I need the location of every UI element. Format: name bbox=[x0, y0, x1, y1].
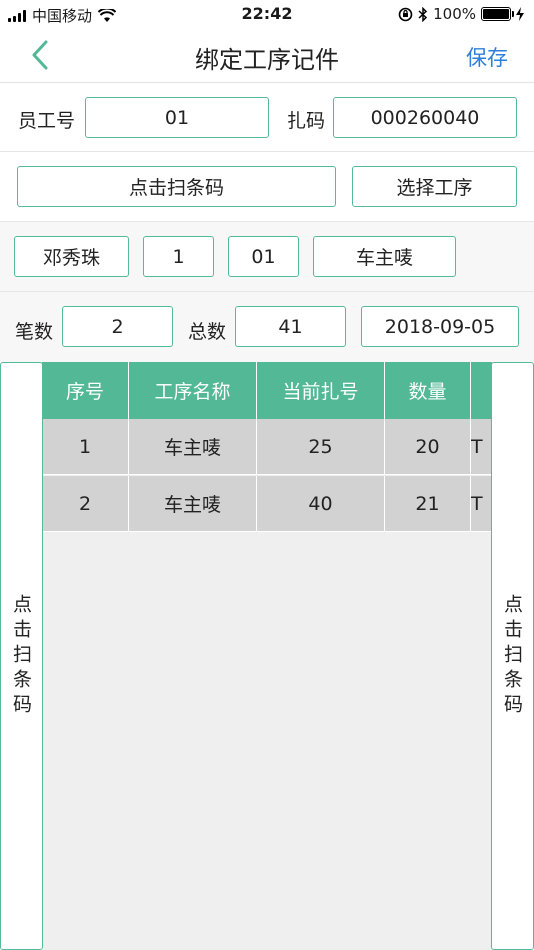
info-field-two[interactable]: 01 bbox=[228, 236, 299, 277]
battery-icon bbox=[481, 7, 514, 21]
cell-quantity: 21 bbox=[385, 476, 471, 531]
cell-process-name: 车主唛 bbox=[129, 419, 257, 474]
total-field[interactable]: 41 bbox=[235, 306, 346, 347]
right-scan-label: 点击扫条码 bbox=[501, 593, 523, 719]
battery-percent: 100% bbox=[433, 5, 476, 23]
table-row[interactable]: 1 车主唛 25 20 T bbox=[42, 419, 492, 475]
cell-process-name: 车主唛 bbox=[129, 476, 257, 531]
right-scan-button[interactable]: 点击扫条码 bbox=[491, 362, 534, 950]
cell-index: 1 bbox=[42, 419, 129, 474]
status-bar: 中国移动 22:42 100% bbox=[0, 0, 534, 28]
scan-barcode-button[interactable]: 点击扫条码 bbox=[17, 166, 336, 207]
column-header-current-bundle: 当前扎号 bbox=[257, 362, 385, 419]
column-header-process-name: 工序名称 bbox=[129, 362, 257, 419]
employee-number-field[interactable]: 01 bbox=[85, 97, 269, 138]
date-field[interactable]: 2018-09-05 bbox=[361, 306, 519, 347]
cell-current-bundle: 40 bbox=[257, 476, 385, 531]
column-header-quantity: 数量 bbox=[385, 362, 471, 419]
page-title: 绑定工序记件 bbox=[195, 46, 339, 74]
left-scan-label: 点击扫条码 bbox=[10, 593, 32, 719]
table-header: 序号 工序名称 当前扎号 数量 bbox=[42, 362, 492, 419]
summary-row: 笔数 2 总数 41 2018-09-05 bbox=[0, 292, 534, 362]
status-right: 100% bbox=[398, 5, 524, 23]
nav-bar: 绑定工序记件 保存 bbox=[0, 28, 534, 83]
cell-extra: T bbox=[471, 435, 483, 458]
column-header-extra bbox=[471, 362, 492, 419]
select-process-button[interactable]: 选择工序 bbox=[352, 166, 517, 207]
cell-index: 2 bbox=[42, 476, 129, 531]
employee-label: 员工号 bbox=[18, 110, 76, 132]
table-row[interactable]: 2 车主唛 40 21 T bbox=[42, 476, 492, 532]
total-label: 总数 bbox=[188, 321, 227, 343]
employee-row: 员工号 01 扎码 000260040 bbox=[0, 84, 534, 151]
cell-current-bundle: 25 bbox=[257, 419, 385, 474]
count-label: 笔数 bbox=[15, 321, 54, 343]
info-row: 邓秀珠 1 01 车主唛 bbox=[0, 222, 534, 291]
cell-extra: T bbox=[471, 492, 483, 515]
action-row: 点击扫条码 选择工序 bbox=[0, 152, 534, 221]
cell-quantity: 20 bbox=[385, 419, 471, 474]
bluetooth-icon bbox=[418, 6, 428, 22]
info-field-one[interactable]: 1 bbox=[143, 236, 214, 277]
count-field[interactable]: 2 bbox=[62, 306, 173, 347]
code-field[interactable]: 000260040 bbox=[333, 97, 517, 138]
code-label: 扎码 bbox=[287, 110, 326, 132]
process-name-field[interactable]: 车主唛 bbox=[313, 236, 456, 277]
column-header-index: 序号 bbox=[42, 362, 129, 419]
charging-icon bbox=[516, 7, 524, 21]
save-button[interactable]: 保存 bbox=[466, 42, 508, 72]
orientation-lock-icon bbox=[398, 7, 413, 21]
left-scan-button[interactable]: 点击扫条码 bbox=[0, 362, 43, 950]
employee-name-field[interactable]: 邓秀珠 bbox=[14, 236, 129, 277]
